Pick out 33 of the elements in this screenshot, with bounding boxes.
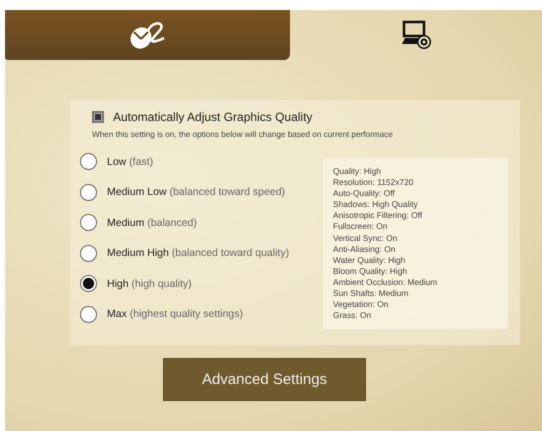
checkbox-label: Automatically Adjust Graphics Quality [113,110,312,124]
monitor-gear-icon [400,20,432,50]
summary-line: Anisotropic Filtering: Off [333,210,424,222]
summary-line: Ambient Occlusion: Medium [333,276,438,288]
radio-button[interactable] [80,275,97,292]
summary-line: Water Quality: High [333,254,406,266]
radio-label: Medium High (balanced toward quality) [107,247,290,259]
tab[interactable] [5,10,290,60]
summary-line: Resolution: 1152x720 [333,177,414,188]
radio-label: Max (highest quality settings) [107,308,243,320]
summary-line: Fullscreen: On [333,221,388,233]
radio-button[interactable] [80,306,97,322]
radio-label: High (high quality) [107,278,192,290]
summary-line: Anti-Aliasing: On [333,244,396,255]
summary-line: Sun Shafts: Medium [333,288,410,300]
description-text: When this setting is on, the options below will change based on current performace [92,130,394,139]
summary-line: Vertical Sync: On [333,232,398,244]
radio-label: Low (fast) [107,156,154,168]
radio-button[interactable] [80,153,97,170]
summary-line: Bloom Quality: High [333,266,408,277]
summary-line: Shadows: High Quality [333,199,419,210]
checkbox[interactable] [92,111,104,123]
summary-line: Auto-Quality: Off [333,188,396,200]
radio-label: Medium (balanced) [107,216,197,228]
radio-button[interactable] [80,244,97,262]
summary-line: Vegetation: On [333,299,390,310]
summary-line: Quality: High [333,166,382,178]
mouse-icon [128,19,168,51]
radio-button[interactable] [80,214,97,231]
advanced-settings-button[interactable]: Advanced Settings [163,358,366,401]
radio-label: Medium Low (balanced toward speed) [107,186,286,198]
radio-button[interactable] [80,184,97,200]
summary-line: Grass: On [333,310,372,322]
